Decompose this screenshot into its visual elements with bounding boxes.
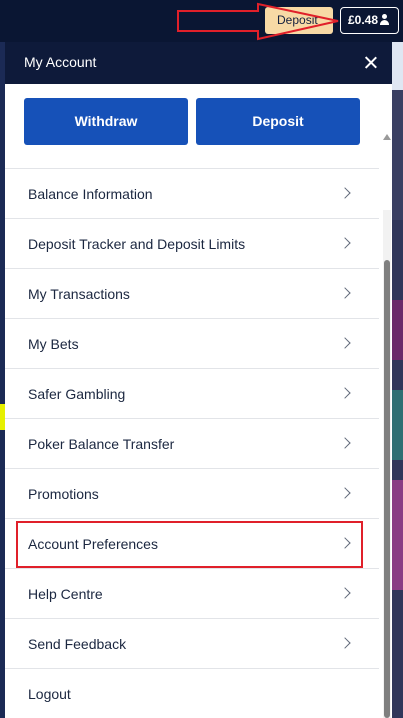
- chevron-right-icon: [339, 337, 351, 349]
- menu-item-label: Account Preferences: [28, 536, 158, 552]
- chevron-right-icon: [339, 437, 351, 449]
- scrollbar-thumb[interactable]: [384, 260, 390, 718]
- scroll-up-arrow-icon[interactable]: [383, 134, 391, 140]
- menu-item-label: Logout: [28, 686, 71, 702]
- menu-item-my-transactions[interactable]: My Transactions: [5, 268, 379, 318]
- menu-item-promotions[interactable]: Promotions: [5, 468, 379, 518]
- menu-item-deposit-tracker[interactable]: Deposit Tracker and Deposit Limits: [5, 218, 379, 268]
- chevron-right-icon: [339, 287, 351, 299]
- menu-item-label: Help Centre: [28, 586, 103, 602]
- panel-title: My Account: [24, 54, 97, 70]
- menu-item-label: Send Feedback: [28, 636, 127, 652]
- chevron-right-icon: [339, 237, 351, 249]
- menu-item-account-preferences[interactable]: Account Preferences: [5, 518, 379, 568]
- menu-item-my-bets[interactable]: My Bets: [5, 318, 379, 368]
- deposit-button[interactable]: Deposit: [196, 98, 360, 145]
- menu-item-label: Balance Information: [28, 186, 153, 202]
- withdraw-button[interactable]: Withdraw: [24, 98, 188, 145]
- menu-item-safer-gambling[interactable]: Safer Gambling: [5, 368, 379, 418]
- menu-item-help-centre[interactable]: Help Centre: [5, 568, 379, 618]
- chevron-right-icon: [339, 387, 351, 399]
- menu-item-balance-information[interactable]: Balance Information: [5, 168, 379, 218]
- menu-item-label: Poker Balance Transfer: [28, 436, 175, 452]
- menu-item-label: Safer Gambling: [28, 386, 126, 402]
- scrollbar[interactable]: [383, 210, 391, 718]
- menu-item-label: Promotions: [28, 486, 99, 502]
- menu-item-label: My Bets: [28, 336, 79, 352]
- chevron-right-icon: [339, 187, 351, 199]
- annotation-arrow: [177, 2, 339, 41]
- menu-item-label: Deposit Tracker and Deposit Limits: [28, 236, 246, 252]
- menu-item-label: My Transactions: [28, 286, 130, 302]
- balance-button[interactable]: £0.48: [340, 7, 399, 34]
- chevron-right-icon: [339, 637, 351, 649]
- menu-item-poker-balance-transfer[interactable]: Poker Balance Transfer: [5, 418, 379, 468]
- chevron-right-icon: [339, 587, 351, 599]
- balance-amount: £0.48: [348, 13, 379, 27]
- panel-header: My Account: [5, 42, 392, 84]
- my-account-panel: My Account Withdraw Deposit Balance Info…: [5, 42, 392, 718]
- user-icon: [379, 14, 390, 25]
- account-menu: Balance Information Deposit Tracker and …: [5, 168, 379, 718]
- chevron-right-icon: [339, 487, 351, 499]
- menu-item-send-feedback[interactable]: Send Feedback: [5, 618, 379, 668]
- menu-item-logout[interactable]: Logout: [5, 668, 379, 718]
- close-icon[interactable]: [360, 52, 382, 74]
